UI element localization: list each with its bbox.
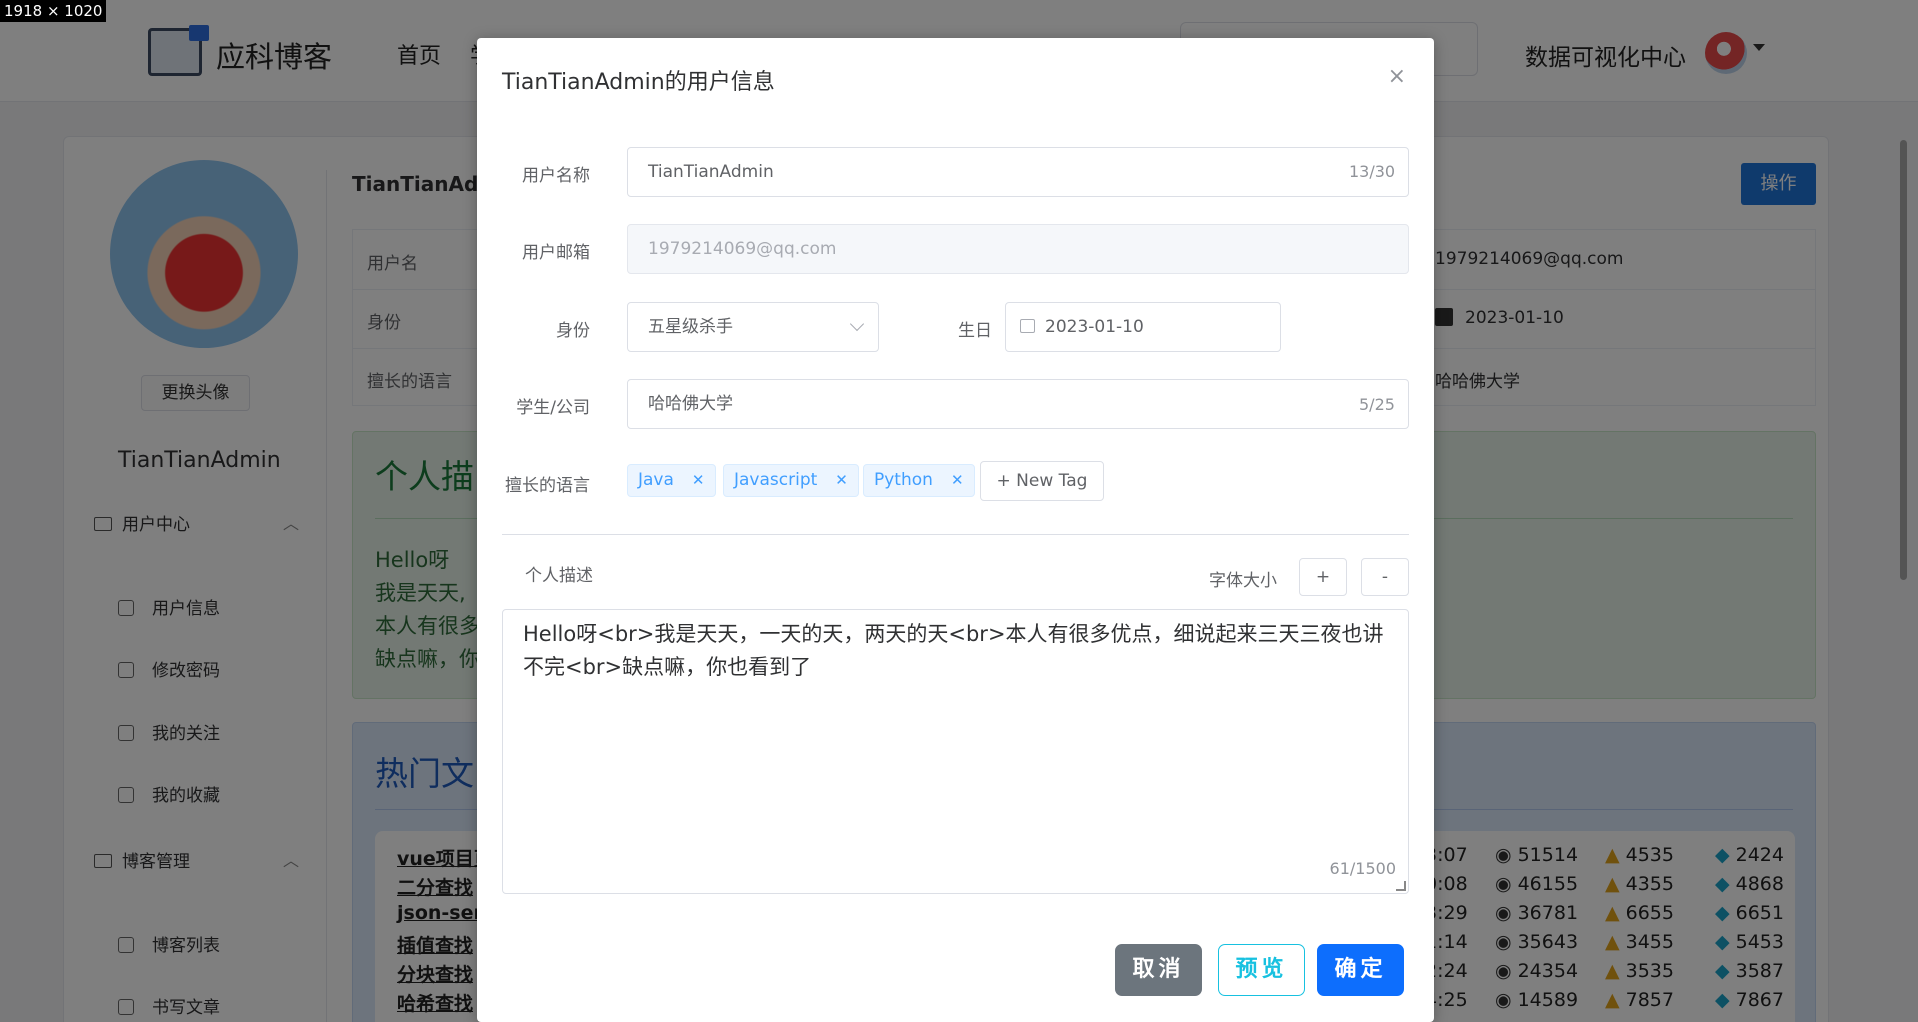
dialog-divider	[502, 534, 1409, 535]
description-textarea[interactable]: Hello呀<br>我是天天，一天的天，两天的天<br>本人有很多优点，细说起来…	[502, 609, 1409, 894]
tag-java: Java ✕	[627, 464, 716, 497]
close-icon[interactable]: ✕	[951, 471, 964, 489]
username-field[interactable]: TianTianAdmin	[627, 147, 1409, 197]
school-field[interactable]: 哈哈佛大学	[627, 379, 1409, 429]
cancel-button[interactable]: 取消	[1115, 944, 1202, 996]
calendar-icon	[1020, 319, 1035, 333]
font-size-increase-button[interactable]: +	[1299, 558, 1347, 596]
username-label: 用户名称	[522, 166, 590, 186]
school-label: 学生/公司	[516, 398, 590, 418]
description-char-count: 61/1500	[1329, 859, 1396, 878]
tag-label: Javascript	[734, 470, 818, 490]
font-size-decrease-button[interactable]: -	[1361, 558, 1409, 596]
birthday-value: 2023-01-10	[1045, 317, 1144, 337]
email-label: 用户邮箱	[522, 243, 590, 263]
new-tag-button[interactable]: + New Tag	[980, 461, 1104, 501]
description-label: 个人描述	[525, 566, 593, 586]
description-text: Hello呀<br>我是天天，一天的天，两天的天<br>本人有很多优点，细说起来…	[523, 622, 1384, 679]
birthday-label: 生日	[958, 321, 992, 341]
close-icon[interactable]: ×	[1388, 64, 1406, 89]
languages-label: 擅长的语言	[505, 476, 590, 496]
close-icon[interactable]: ✕	[692, 471, 705, 489]
identity-label: 身份	[556, 321, 590, 341]
close-icon[interactable]: ✕	[835, 471, 848, 489]
tag-javascript: Javascript ✕	[723, 464, 859, 497]
username-char-count: 13/30	[1349, 162, 1396, 181]
school-char-count: 5/25	[1359, 395, 1395, 414]
preview-button[interactable]: 预览	[1218, 944, 1305, 996]
font-size-label: 字体大小	[1209, 571, 1277, 591]
birthday-picker[interactable]: 2023-01-10	[1005, 302, 1281, 352]
tag-label: Python	[874, 470, 933, 490]
confirm-button[interactable]: 确定	[1317, 944, 1404, 996]
user-info-dialog: TianTianAdmin的用户信息 × 用户名称 TianTianAdmin …	[477, 38, 1434, 1022]
dialog-title: TianTianAdmin的用户信息	[502, 70, 775, 95]
tag-label: Java	[638, 470, 674, 490]
tag-python: Python ✕	[863, 464, 975, 497]
resize-handle-icon[interactable]	[1396, 881, 1406, 891]
identity-select[interactable]: 五星级杀手	[627, 302, 879, 352]
email-field[interactable]: 1979214069@qq.com	[627, 224, 1409, 274]
size-badge: 1918 × 1020	[0, 0, 107, 22]
